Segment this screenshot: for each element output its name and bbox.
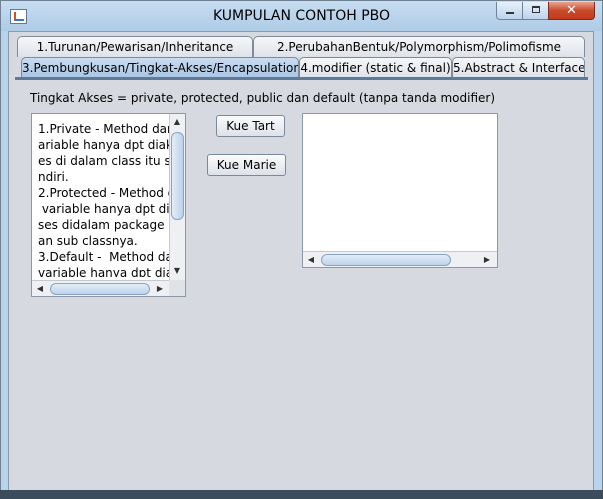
description-line: ses didalam package d [38,218,170,232]
description-line: an sub classnya. [38,234,138,248]
description-line: 3.Default - Method dan [38,250,170,264]
tab-label: 4.modifier (static & final) [300,61,451,75]
description-line: es di dalam class itu se [38,154,170,168]
output-horizontal-scrollbar[interactable]: ◀ ▶ [303,251,497,267]
description-line: variable hanya dpt diaks [38,266,170,277]
tabbed-pane: 1.Turunan/Pewarisan/Inheritance 2.Peruba… [8,31,594,491]
kue-tart-button[interactable]: Kue Tart [216,115,285,137]
description-line: ndiri. [38,170,69,184]
kue-marie-button[interactable]: Kue Marie [207,154,286,176]
description-line: 2.Protected - Method da [38,186,170,200]
scroll-right-icon[interactable]: ▶ [481,255,493,265]
maximize-icon [532,6,540,13]
output-text-area[interactable] [307,118,493,248]
tab-strip-divider [15,77,588,80]
horizontal-scroll-thumb[interactable] [50,283,150,295]
description-scroll-pane: 1.Private - Method dan v ariable hanya dp… [31,113,186,297]
tab-label: 5.Abstract & Interface [453,61,585,75]
tab-abstract-interface[interactable]: 5.Abstract & Interface [452,57,585,78]
tab-encapsulation[interactable]: 3.Pembungkusan/Tingkat-Akses/Encapsulati… [21,57,299,78]
tab-label: 2.PerubahanBentuk/Polymorphism/Polimofis… [276,40,562,54]
tab-inheritance[interactable]: 1.Turunan/Pewarisan/Inheritance [17,36,253,57]
scroll-down-icon[interactable]: ▼ [171,266,183,276]
tab-label: 3.Pembungkusan/Tingkat-Akses/Encapsulati… [22,61,299,75]
output-scroll-pane: ◀ ▶ [302,113,498,268]
minimize-icon [506,12,514,14]
app-window: KUMPULAN CONTOH PBO ✕ 1.Turunan/Pewarisa… [0,0,603,499]
tab-label: 1.Turunan/Pewarisan/Inheritance [36,40,234,54]
scroll-left-icon[interactable]: ◀ [34,284,46,294]
scroll-right-icon[interactable]: ▶ [154,284,166,294]
tab-polymorphism[interactable]: 2.PerubahanBentuk/Polymorphism/Polimofis… [253,36,585,57]
description-line: 1.Private - Method dan v [38,122,170,136]
access-level-caption: Tingkat Akses = private, protected, publ… [30,91,496,105]
description-line: ariable hanya dpt diaks [38,138,170,152]
close-button[interactable]: ✕ [548,2,595,20]
vertical-scroll-thumb[interactable] [171,132,184,220]
output-horizontal-scroll-thumb[interactable] [321,254,451,266]
tab-modifier[interactable]: 4.modifier (static & final) [299,57,452,78]
scroll-corner [169,280,185,296]
vertical-scrollbar[interactable]: ▲ ▼ [169,114,185,280]
scroll-left-icon[interactable]: ◀ [305,255,317,265]
minimize-button[interactable] [496,2,523,20]
scroll-up-icon[interactable]: ▲ [171,117,183,127]
horizontal-scrollbar[interactable]: ◀ ▶ [32,280,169,296]
title-bar[interactable]: KUMPULAN CONTOH PBO ✕ [1,1,602,31]
desktop-background [0,490,603,499]
maximize-button[interactable] [522,2,549,20]
description-text-area[interactable]: 1.Private - Method dan v ariable hanya dp… [38,121,170,277]
close-icon: ✕ [566,3,577,18]
description-line: variable hanya dpt diak [38,202,170,216]
